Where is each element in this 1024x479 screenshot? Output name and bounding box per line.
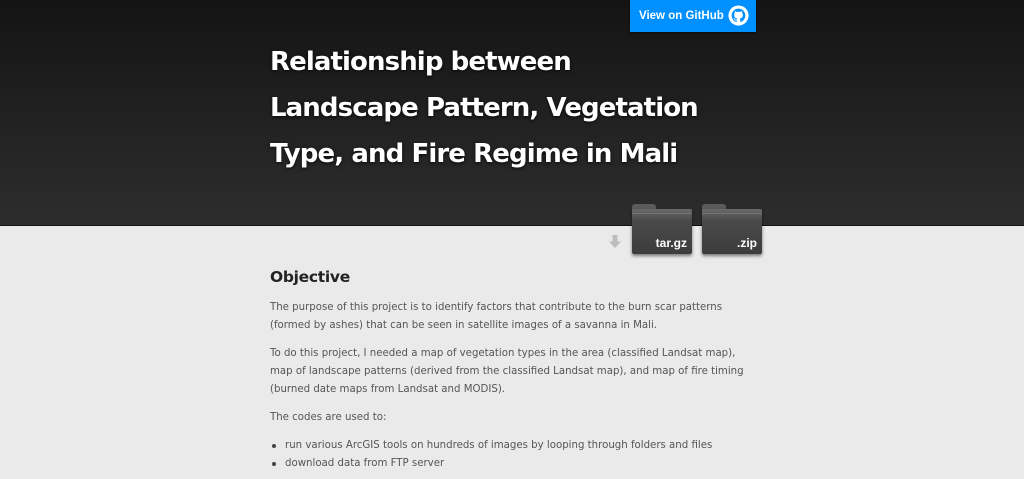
view-on-github-button[interactable]: View on GitHub bbox=[630, 0, 756, 32]
download-zip-button[interactable]: .zip bbox=[702, 204, 762, 254]
codes-usage-list: run various ArcGIS tools on hundreds of … bbox=[270, 437, 760, 473]
paragraph-codes-intro: The codes are used to: bbox=[270, 412, 387, 423]
page-header: View on GitHub Relationship between Land… bbox=[0, 0, 1024, 226]
main-content: Objective The purpose of this project is… bbox=[270, 268, 760, 473]
objective-heading: Objective bbox=[270, 268, 350, 286]
download-tar-gz-button[interactable]: tar.gz bbox=[632, 204, 692, 254]
github-button-label: View on GitHub bbox=[639, 10, 724, 22]
download-arrow-icon bbox=[609, 235, 621, 248]
download-zip-label: .zip bbox=[737, 236, 757, 250]
github-octocat-icon bbox=[728, 5, 749, 26]
list-item: run various ArcGIS tools on hundreds of … bbox=[270, 437, 760, 455]
paragraph-purpose: The purpose of this project is to identi… bbox=[270, 302, 723, 331]
list-item: download data from FTP server bbox=[270, 455, 760, 473]
paragraph-method: To do this project, I needed a map of ve… bbox=[270, 348, 744, 395]
project-title: Relationship between Landscape Pattern, … bbox=[270, 47, 699, 169]
download-tar-gz-label: tar.gz bbox=[655, 236, 687, 250]
